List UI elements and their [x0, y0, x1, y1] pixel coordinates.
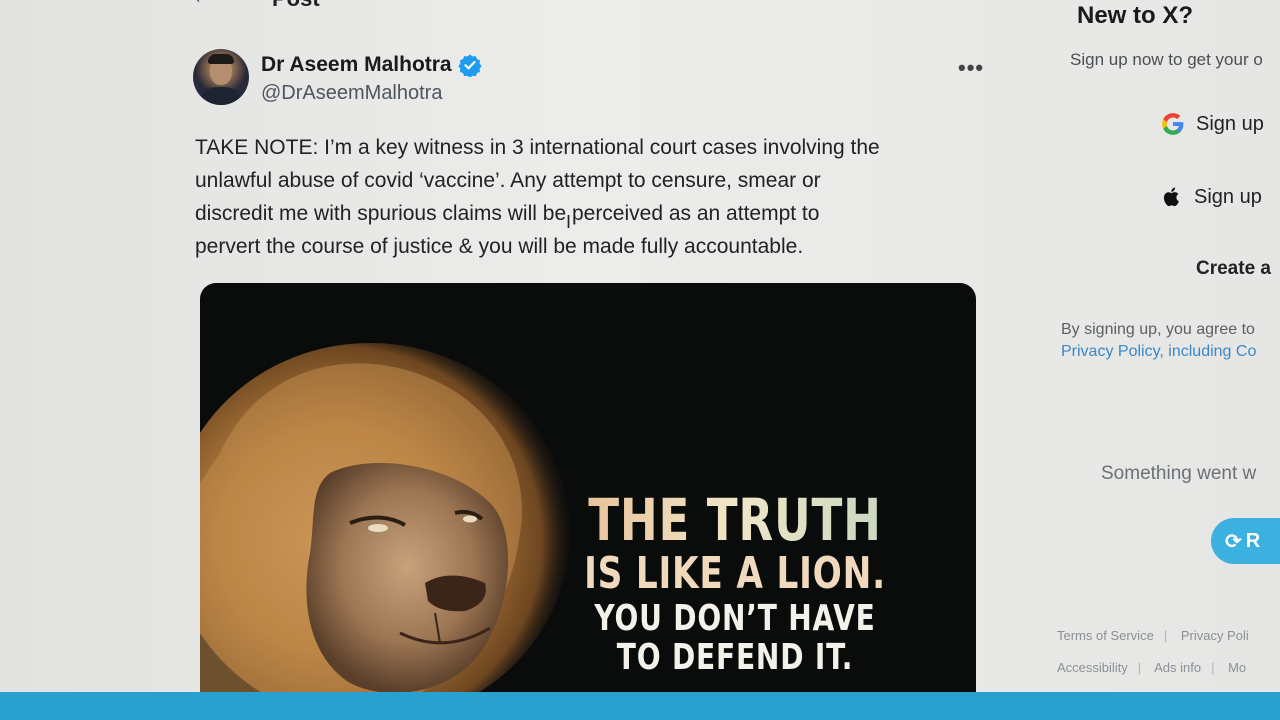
privacy-policy-link[interactable]: Privacy Policy, including Co — [1061, 341, 1256, 363]
footer-links: Terms of Service | Privacy Poli Accessibi… — [1057, 620, 1280, 684]
post-text-line: TAKE NOTE: I’m a key witness in 3 intern… — [195, 136, 880, 159]
image-quote: THE TRUTH IS LIKE A LION. YOU DON’T HAVE… — [540, 490, 930, 678]
author-handle[interactable]: @DrAseemMalhotra — [261, 82, 442, 105]
google-signup-label: Sign up — [1196, 112, 1264, 135]
post-text-line: unlawful abuse of covid ‘vaccine’. Any a… — [195, 169, 821, 192]
app-root: ← Post Dr Aseem Malhotra @DrAseemMalhotr… — [0, 0, 1280, 720]
author-name[interactable]: Dr Aseem Malhotra — [261, 53, 482, 77]
page-title: Post — [272, 0, 320, 12]
footer-more-link[interactable]: Mo — [1228, 660, 1246, 675]
avatar[interactable] — [193, 49, 249, 105]
verified-badge-icon — [458, 54, 482, 77]
author-name-text[interactable]: Dr Aseem Malhotra — [261, 53, 452, 77]
signup-panel-title: New to X? — [1077, 2, 1194, 29]
footer-accessibility-link[interactable]: Accessibility — [1057, 660, 1128, 675]
footer-ads-link[interactable]: Ads info — [1154, 660, 1201, 675]
terms-line-1: By signing up, you agree to — [1061, 321, 1255, 338]
retry-button[interactable]: ⟳ R — [1211, 518, 1280, 564]
bottom-signup-banner[interactable] — [0, 692, 1280, 720]
text-cursor-icon: I — [566, 212, 572, 232]
google-icon — [1162, 113, 1184, 135]
error-message: Something went w — [1101, 463, 1257, 484]
retry-label: R — [1245, 529, 1261, 552]
apple-icon — [1163, 187, 1179, 207]
avatar-suit — [199, 87, 243, 105]
footer-separator: | — [1137, 660, 1142, 675]
apple-signup-button[interactable]: Sign up — [1160, 175, 1280, 219]
back-arrow-icon[interactable]: ← — [192, 0, 212, 9]
quote-line-3: YOU DON’T HAVE — [594, 598, 876, 640]
footer-separator: | — [1211, 660, 1215, 675]
post-text-line: discredit me with spurious claims will b… — [195, 202, 820, 225]
more-options-icon[interactable]: ••• — [958, 55, 984, 81]
terms-notice: By signing up, you agree to Privacy Poli… — [1061, 319, 1256, 363]
google-signup-button[interactable]: Sign up — [1160, 102, 1280, 146]
avatar-hair — [208, 54, 234, 64]
footer-terms-link[interactable]: Terms of Service — [1057, 628, 1154, 643]
post-text: TAKE NOTE: I’m a key witness in 3 intern… — [195, 131, 995, 263]
apple-signup-label: Sign up — [1194, 185, 1262, 208]
refresh-icon: ⟳ — [1225, 530, 1242, 553]
signup-panel-subtitle: Sign up now to get your o — [1070, 50, 1263, 69]
post-image[interactable]: THE TRUTH IS LIKE A LION. YOU DON’T HAVE… — [200, 283, 976, 713]
footer-privacy-link[interactable]: Privacy Poli — [1181, 628, 1249, 643]
quote-line-4: TO DEFEND IT. — [616, 636, 854, 678]
quote-line-2: IS LIKE A LION. — [584, 548, 886, 600]
post-text-line: pervert the course of justice & you will… — [195, 235, 804, 258]
quote-line-1: THE TRUTH — [583, 490, 887, 550]
create-account-button[interactable]: Create a — [1196, 258, 1271, 280]
footer-separator: | — [1163, 628, 1168, 643]
